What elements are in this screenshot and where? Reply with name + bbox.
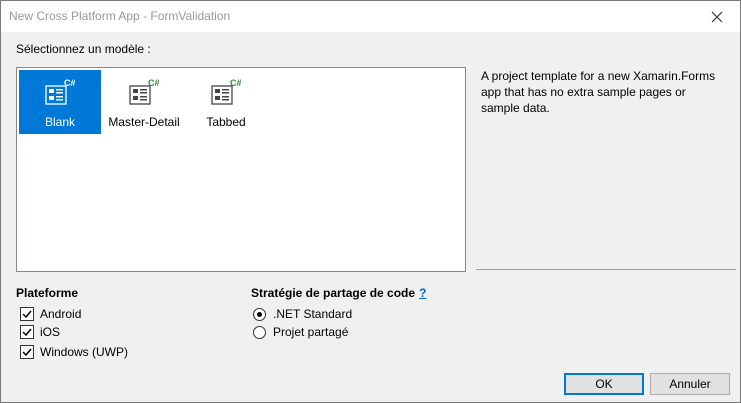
tabbed-template-icon: C#: [211, 78, 241, 105]
checkbox-box[interactable]: [20, 325, 34, 339]
platform-uwp-checkbox[interactable]: Windows (UWP): [20, 345, 128, 359]
dialog-window: New Cross Platform App - FormValidation …: [0, 0, 741, 403]
template-master-detail[interactable]: C# Master-Detail: [103, 70, 185, 134]
template-tabbed[interactable]: C# Tabbed: [185, 70, 267, 134]
template-label: Master-Detail: [108, 115, 180, 129]
csharp-badge: C#: [230, 78, 241, 88]
checkbox-label: Windows (UWP): [40, 345, 129, 359]
csharp-badge: C#: [148, 78, 159, 88]
checkmark-icon: [22, 348, 32, 357]
template-description: A project template for a new Xamarin.For…: [481, 69, 716, 115]
ok-button[interactable]: OK: [564, 373, 644, 395]
platform-group-title: Plateforme: [16, 286, 79, 300]
close-icon: [711, 11, 723, 22]
sharing-group-title: Stratégie de partage de code?: [251, 286, 426, 300]
close-button[interactable]: [694, 1, 740, 32]
radio-label: Projet partagé: [273, 325, 349, 339]
template-blank[interactable]: C# Blank: [19, 70, 101, 134]
radio-button[interactable]: [253, 325, 266, 339]
help-link[interactable]: ?: [419, 286, 426, 300]
checkbox-label: iOS: [40, 325, 61, 339]
sharing-shared-project-radio[interactable]: Projet partagé: [253, 325, 348, 339]
radio-label: .NET Standard: [273, 307, 353, 321]
window-title: New Cross Platform App - FormValidation: [9, 9, 231, 23]
template-section-label: Sélectionnez un modèle :: [16, 42, 151, 56]
cancel-button[interactable]: Annuler: [650, 373, 730, 395]
csharp-badge: C#: [64, 78, 75, 88]
checkbox-box[interactable]: [20, 345, 34, 359]
checkbox-box[interactable]: [20, 307, 34, 321]
sharing-net-standard-radio[interactable]: .NET Standard: [253, 307, 352, 321]
platform-ios-checkbox[interactable]: iOS: [20, 325, 60, 339]
title-bar: New Cross Platform App - FormValidation: [1, 1, 740, 32]
checkmark-icon: [22, 328, 32, 337]
checkmark-icon: [22, 310, 32, 319]
description-divider: [476, 269, 736, 270]
sharing-title-text: Stratégie de partage de code: [251, 286, 416, 300]
master-detail-template-icon: C#: [129, 78, 159, 105]
blank-template-icon: C#: [45, 78, 75, 105]
template-list[interactable]: C# Blank C# Master-Detail C# Tabbed: [16, 67, 466, 272]
checkbox-label: Android: [40, 307, 82, 321]
template-label: Tabbed: [206, 115, 246, 129]
template-label: Blank: [44, 115, 76, 129]
radio-button[interactable]: [253, 307, 266, 321]
platform-android-checkbox[interactable]: Android: [20, 307, 81, 321]
